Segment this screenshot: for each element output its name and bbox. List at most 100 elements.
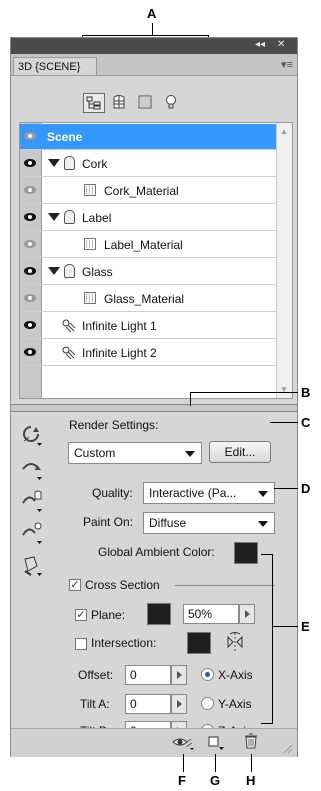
- callout-b: B: [301, 385, 311, 400]
- light-bulb-icon: [166, 95, 176, 109]
- scene-tree-icon: [86, 96, 101, 110]
- tab-3d-scene[interactable]: 3D {SCENE}: [13, 57, 97, 75]
- eye-icon[interactable]: [24, 159, 36, 167]
- panel-tab-row: 3D {SCENE} ▾≡: [11, 54, 297, 76]
- layer-label: Infinite Light 2: [82, 346, 157, 360]
- offset-stepper[interactable]: [171, 665, 187, 685]
- layer-row[interactable]: Cork_Material: [20, 178, 276, 204]
- cross-section-checkbox[interactable]: ✓: [69, 579, 81, 591]
- quality-label: Quality:: [92, 486, 133, 500]
- callout-h: H: [246, 773, 256, 788]
- callout-a-line-v: [152, 23, 153, 35]
- callout-g-line: [215, 754, 216, 772]
- panel-titlebar: ◂◂ ✕: [11, 38, 297, 54]
- quality-dropdown[interactable]: Interactive (Pa...: [143, 482, 275, 504]
- plane-label: Plane:: [91, 608, 126, 622]
- tilt-a-field[interactable]: 0: [125, 694, 171, 714]
- paint-on-value: Diffuse: [149, 516, 187, 530]
- layer-row[interactable]: Label: [20, 205, 276, 231]
- rotate-tool-icon[interactable]: [19, 423, 43, 447]
- light-filter-button[interactable]: [161, 93, 183, 113]
- callout-e-line: [272, 626, 298, 627]
- collapse-double-arrow-icon[interactable]: ◂◂: [255, 39, 265, 50]
- expand-triangle-icon[interactable]: [48, 267, 60, 275]
- layers-scrollbar[interactable]: ▲ ▼: [276, 123, 292, 398]
- layer-label: Cork: [82, 157, 108, 171]
- material-drop-tool-icon[interactable]: [19, 553, 43, 577]
- quality-value: Interactive (Pa...: [149, 486, 237, 500]
- mesh-rotate-tool-icon[interactable]: [19, 489, 43, 513]
- x-axis-label: X-Axis: [218, 668, 253, 682]
- eye-icon[interactable]: [24, 213, 36, 221]
- material-filter-button[interactable]: [135, 93, 157, 113]
- layer-row[interactable]: Cork: [20, 151, 276, 177]
- infinite-light-icon: [62, 319, 76, 333]
- callout-f: F: [178, 773, 186, 788]
- chevron-down-icon: [258, 521, 268, 527]
- callout-b-line-down: [190, 392, 191, 406]
- paint-on-dropdown[interactable]: Diffuse: [143, 512, 275, 534]
- intersection-checkbox[interactable]: [75, 638, 87, 650]
- material-icon: [84, 238, 96, 250]
- layer-label: Glass: [82, 265, 113, 279]
- layer-label: Infinite Light 1: [82, 319, 157, 333]
- y-axis-radio[interactable]: [201, 697, 214, 710]
- roll-tool-icon[interactable]: [19, 457, 43, 481]
- resize-grip-icon[interactable]: [281, 742, 293, 754]
- infinite-light-icon: [62, 346, 76, 360]
- scene-filter-button[interactable]: [83, 93, 105, 113]
- cross-section-label: Cross Section: [85, 578, 160, 592]
- plane-color-swatch[interactable]: [147, 603, 171, 625]
- intersection-label: Intersection:: [91, 636, 157, 650]
- create-new-light-icon[interactable]: [206, 733, 226, 751]
- plane-opacity-stepper[interactable]: [239, 604, 255, 624]
- expand-triangle-icon[interactable]: [48, 159, 60, 167]
- trash-icon[interactable]: [243, 732, 259, 750]
- eye-icon[interactable]: [24, 348, 36, 356]
- plane-checkbox[interactable]: ✓: [75, 609, 87, 621]
- tilt-a-stepper[interactable]: [171, 694, 187, 714]
- panel-split-divider[interactable]: [11, 404, 297, 412]
- scroll-up-icon[interactable]: ▲: [280, 127, 288, 136]
- intersection-color-swatch[interactable]: [187, 632, 211, 654]
- mesh-icon: [64, 156, 75, 170]
- global-ambient-color-swatch[interactable]: [234, 542, 258, 564]
- layer-label: Scene: [47, 130, 83, 144]
- expand-triangle-icon[interactable]: [48, 213, 60, 221]
- layer-row[interactable]: Infinite Light 1: [20, 313, 276, 339]
- toggle-3d-extras-icon[interactable]: [169, 733, 195, 751]
- callout-a-line-h: [82, 35, 209, 36]
- eye-icon[interactable]: [24, 294, 36, 302]
- plane-opacity-field[interactable]: 50%: [183, 604, 239, 624]
- eye-icon[interactable]: [24, 321, 36, 329]
- callout-d-line: [274, 488, 298, 489]
- paint-on-label: Paint On:: [83, 515, 134, 529]
- cross-section-divider: [175, 585, 275, 586]
- mesh-icon: [64, 264, 75, 278]
- callout-e-bracket-v: [272, 554, 273, 724]
- light-rotate-tool-icon[interactable]: [19, 521, 43, 545]
- y-axis-label: Y-Axis: [218, 697, 252, 711]
- mesh-filter-button[interactable]: [109, 93, 131, 113]
- eye-icon[interactable]: [24, 132, 36, 140]
- x-axis-radio[interactable]: [201, 668, 214, 681]
- layer-row[interactable]: Glass_Material: [20, 286, 276, 312]
- flip-cross-section-icon[interactable]: [224, 631, 246, 653]
- layer-row[interactable]: Infinite Light 2: [20, 340, 276, 366]
- render-preset-dropdown[interactable]: Custom: [68, 442, 202, 464]
- layer-row[interactable]: Scene: [20, 124, 276, 150]
- edit-render-settings-button[interactable]: Edit...: [209, 441, 271, 463]
- layer-row[interactable]: Label_Material: [20, 232, 276, 258]
- layer-row[interactable]: Glass: [20, 259, 276, 285]
- callout-d: D: [301, 481, 311, 496]
- panel-menu-icon[interactable]: ▾≡: [281, 58, 293, 71]
- eye-icon[interactable]: [24, 186, 36, 194]
- eye-icon[interactable]: [24, 267, 36, 275]
- chevron-down-icon: [185, 451, 195, 457]
- eye-icon[interactable]: [24, 240, 36, 248]
- callout-c: C: [301, 415, 311, 430]
- callout-g: G: [210, 773, 221, 788]
- close-icon[interactable]: ✕: [277, 39, 285, 50]
- offset-field[interactable]: 0: [125, 665, 171, 685]
- callout-f-line: [183, 754, 184, 772]
